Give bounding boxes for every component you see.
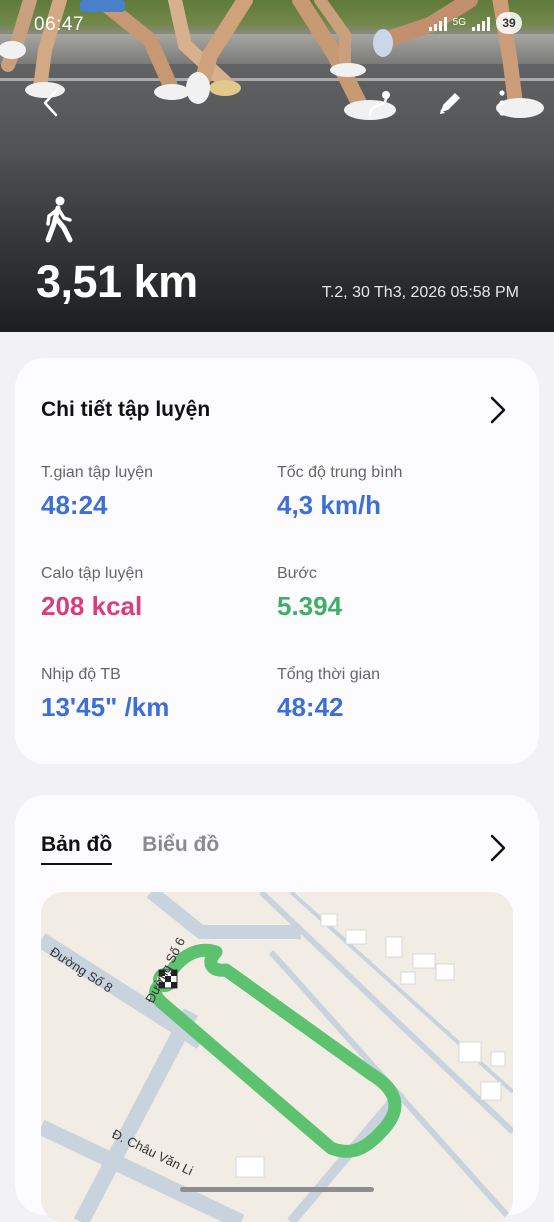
stat-label: Nhịp độ TB [41, 666, 121, 683]
more-options-button[interactable] [485, 86, 519, 120]
stat-label: Bước [277, 565, 317, 582]
stat-value: 208 kcal [41, 591, 143, 621]
map-building [412, 953, 436, 969]
map-canvas: Đường Số 8 Đường Số 6 Đ. Châu Văn Li [41, 892, 513, 1222]
stat-calories: Calo tập luyện 208 kcal [41, 565, 143, 622]
stat-average-speed: Tốc độ trung bình 4,3 km/h [277, 464, 402, 521]
tab-map[interactable]: Bản đồ [41, 833, 113, 865]
edit-icon [440, 93, 460, 114]
stat-value: 13'45" /km [41, 692, 170, 722]
back-icon [43, 89, 58, 117]
more-icon [499, 90, 505, 116]
walk-icon [45, 196, 73, 243]
stat-average-pace: Nhịp độ TB 13'45" /km [41, 666, 169, 723]
stat-total-time: Tổng thời gian 48:42 [277, 666, 380, 723]
route-map[interactable]: Đường Số 8 Đường Số 6 Đ. Châu Văn Li [41, 892, 513, 1222]
signal-icon-2 [472, 15, 490, 31]
card-title: Chi tiết tập luyện [41, 398, 211, 421]
map-building [385, 936, 403, 958]
workout-datetime: T.2, 30 Th3, 2026 05:58 PM [321, 284, 519, 301]
route-button[interactable] [362, 86, 396, 120]
map-building [435, 963, 455, 981]
map-tabs: Bản đồ Biểu đồ [41, 833, 219, 865]
map-building [480, 1081, 502, 1101]
signal-icon [428, 15, 447, 31]
map-building [400, 971, 416, 985]
map-building [320, 913, 338, 927]
stat-value: 48:42 [277, 692, 344, 722]
street-label-6: Đường Số 6 [142, 935, 188, 1005]
street-label-8: Đường Số 8 [47, 944, 115, 995]
map-building [235, 1156, 265, 1178]
map-building [458, 1041, 482, 1063]
map-building [345, 929, 367, 945]
battery-icon: 39 [496, 12, 522, 34]
status-time: 06:47 [34, 14, 85, 35]
edit-button[interactable] [433, 86, 467, 120]
back-button[interactable] [34, 86, 68, 120]
stat-value: 4,3 km/h [277, 490, 382, 520]
stat-value: 5.394 [277, 591, 343, 621]
network-label: 5G [452, 17, 466, 28]
chevron-right-icon[interactable] [487, 395, 509, 425]
tab-chart[interactable]: Biểu đồ [142, 833, 219, 865]
stat-label: Tốc độ trung bình [277, 464, 403, 481]
chevron-right-icon[interactable] [487, 833, 509, 863]
stat-workout-time: T.gian tập luyện 48:24 [41, 464, 153, 521]
hero-banner: 06:47 5G 39 3,51 km T.2, 30 Th3, 2026 05… [0, 0, 554, 332]
status-icons: 5G 39 [428, 12, 522, 34]
map-building [490, 1051, 506, 1067]
stat-steps: Bước 5.394 [277, 565, 342, 622]
total-distance: 3,51 km [36, 256, 198, 307]
workout-details-card[interactable]: Chi tiết tập luyện T.gian tập luyện 48:2… [15, 358, 539, 764]
stat-label: Calo tập luyện [41, 565, 144, 582]
home-indicator[interactable] [180, 1187, 374, 1192]
stat-value: 48:24 [41, 490, 108, 520]
stat-label: T.gian tập luyện [41, 464, 154, 481]
stat-label: Tổng thời gian [277, 666, 380, 683]
route-icon [368, 91, 390, 116]
map-card: Bản đồ Biểu đồ Đường Số 8 Đường Số 6 Đ. … [15, 795, 539, 1222]
